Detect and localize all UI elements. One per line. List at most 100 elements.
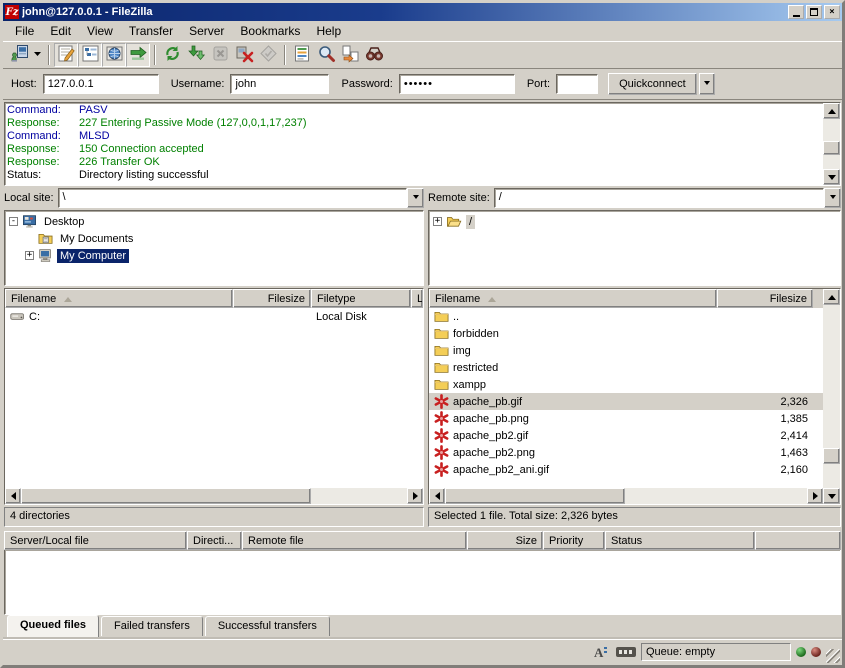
tree-item[interactable]: +My Computer: [9, 247, 423, 264]
local-site-dropdown[interactable]: [407, 188, 424, 208]
local-hscroll-thumb[interactable]: [21, 488, 311, 504]
refresh-button[interactable]: [160, 43, 184, 67]
process-queue-button[interactable]: [184, 43, 208, 67]
queue-column-status[interactable]: Status: [605, 531, 755, 550]
remote-site-dropdown[interactable]: [824, 188, 841, 208]
site-manager-button[interactable]: [7, 43, 31, 67]
file-row[interactable]: apache_pb2.png1,463: [429, 444, 823, 461]
disconnect-button[interactable]: [232, 43, 256, 67]
resize-grip[interactable]: [826, 649, 840, 663]
quickconnect-dropdown[interactable]: [699, 73, 715, 95]
synchronized-browsing-button[interactable]: [362, 43, 386, 67]
remote-vscroll-thumb[interactable]: [823, 448, 840, 464]
tab-failed-transfers[interactable]: Failed transfers: [101, 616, 203, 636]
tree-item[interactable]: My Documents: [9, 230, 423, 247]
column-header-label: Filename: [435, 293, 480, 305]
file-name: apache_pb2_ani.gif: [453, 464, 549, 476]
tree-expander[interactable]: -: [9, 217, 18, 226]
remote-hscroll-thumb[interactable]: [445, 488, 625, 504]
password-label: Password:: [341, 78, 392, 90]
scroll-up-icon[interactable]: [823, 103, 840, 119]
file-row[interactable]: forbidden: [429, 325, 823, 342]
file-row[interactable]: restricted: [429, 359, 823, 376]
scroll-right-icon[interactable]: [407, 488, 423, 504]
toggle-message-log-button[interactable]: [54, 43, 78, 67]
column-header-filesize[interactable]: Filesize: [717, 289, 813, 308]
host-input[interactable]: [43, 74, 159, 94]
tree-item[interactable]: +/: [433, 213, 840, 230]
file-search-button[interactable]: [314, 43, 338, 67]
menu-bookmarks[interactable]: Bookmarks: [232, 22, 308, 40]
file-row[interactable]: apache_pb.gif2,326: [429, 393, 823, 410]
tab-successful-transfers[interactable]: Successful transfers: [205, 616, 330, 636]
scroll-up-icon[interactable]: [823, 289, 840, 305]
tree-item-label: Desktop: [41, 215, 87, 229]
username-label: Username:: [171, 78, 225, 90]
remote-hscrollbar[interactable]: [429, 488, 823, 504]
disconnect-icon: [235, 44, 254, 66]
reconnect-icon: [259, 44, 278, 66]
site-manager-dropdown[interactable]: [31, 43, 44, 67]
tree-item[interactable]: - Desktop: [9, 213, 423, 230]
remote-site-path[interactable]: /: [494, 188, 824, 208]
image-icon: [434, 428, 449, 443]
reconnect-button[interactable]: [256, 43, 280, 67]
remote-vscrollbar[interactable]: [823, 289, 840, 504]
menu-help[interactable]: Help: [308, 22, 349, 40]
log-label: Response:: [7, 117, 79, 130]
column-header-l[interactable]: L: [411, 289, 423, 308]
file-row[interactable]: apache_pb2.gif2,414: [429, 427, 823, 444]
scroll-down-icon[interactable]: [823, 169, 840, 185]
menu-server[interactable]: Server: [181, 22, 232, 40]
username-input[interactable]: [230, 74, 329, 94]
local-site-combo[interactable]: \: [58, 188, 424, 208]
maximize-button[interactable]: [806, 5, 822, 19]
local-site-path[interactable]: \: [58, 188, 407, 208]
remote-status-bar: Selected 1 file. Total size: 2,326 bytes: [428, 507, 841, 527]
log-scroll-thumb[interactable]: [823, 141, 840, 155]
tree-expander[interactable]: +: [25, 251, 34, 260]
port-input[interactable]: [556, 74, 598, 94]
queue-column-directi[interactable]: Directi...: [187, 531, 242, 550]
queue-column-serverlocalfile[interactable]: Server/Local file: [4, 531, 187, 550]
toggle-local-tree-button[interactable]: [78, 43, 102, 67]
directory-comparison-button[interactable]: [338, 43, 362, 67]
remote-site-combo[interactable]: /: [494, 188, 841, 208]
cancel-operation-button[interactable]: [208, 43, 232, 67]
queue-column-size[interactable]: Size: [467, 531, 543, 550]
password-input[interactable]: [399, 74, 515, 94]
toggle-remote-tree-button[interactable]: [102, 43, 126, 67]
quickconnect-button[interactable]: Quickconnect: [608, 73, 697, 95]
tab-queued-files[interactable]: Queued files: [7, 615, 99, 637]
log-scrollbar[interactable]: [823, 103, 840, 185]
scroll-left-icon[interactable]: [429, 488, 445, 504]
svg-text:A: A: [594, 645, 604, 659]
file-row[interactable]: img: [429, 342, 823, 359]
close-button[interactable]: ×: [824, 5, 840, 19]
file-row[interactable]: C:Local Disk: [5, 308, 423, 325]
menu-transfer[interactable]: Transfer: [121, 22, 181, 40]
column-header-filetype[interactable]: Filetype: [311, 289, 411, 308]
minimize-button[interactable]: [788, 5, 804, 19]
title-bar[interactable]: Fz john@127.0.0.1 - FileZilla ×: [3, 3, 842, 21]
column-header-filename[interactable]: Filename: [429, 289, 717, 308]
menu-edit[interactable]: Edit: [42, 22, 79, 40]
scroll-right-icon[interactable]: [807, 488, 823, 504]
scroll-left-icon[interactable]: [5, 488, 21, 504]
column-header-filesize[interactable]: Filesize: [233, 289, 311, 308]
toggle-transfer-queue-button[interactable]: [126, 43, 150, 67]
local-hscrollbar[interactable]: [5, 488, 423, 504]
menu-view[interactable]: View: [79, 22, 121, 40]
queue-tabs: Queued filesFailed transfersSuccessful t…: [3, 616, 842, 639]
queue-column-priority[interactable]: Priority: [543, 531, 605, 550]
scroll-down-icon[interactable]: [823, 488, 840, 504]
file-row[interactable]: apache_pb2_ani.gif2,160: [429, 461, 823, 478]
filter-button[interactable]: [290, 43, 314, 67]
tree-expander[interactable]: +: [433, 217, 442, 226]
file-row[interactable]: ..: [429, 308, 823, 325]
menu-file[interactable]: File: [7, 22, 42, 40]
queue-column-remotefile[interactable]: Remote file: [242, 531, 467, 550]
file-row[interactable]: apache_pb.png1,385: [429, 410, 823, 427]
column-header-filename[interactable]: Filename: [5, 289, 233, 308]
file-row[interactable]: xampp: [429, 376, 823, 393]
